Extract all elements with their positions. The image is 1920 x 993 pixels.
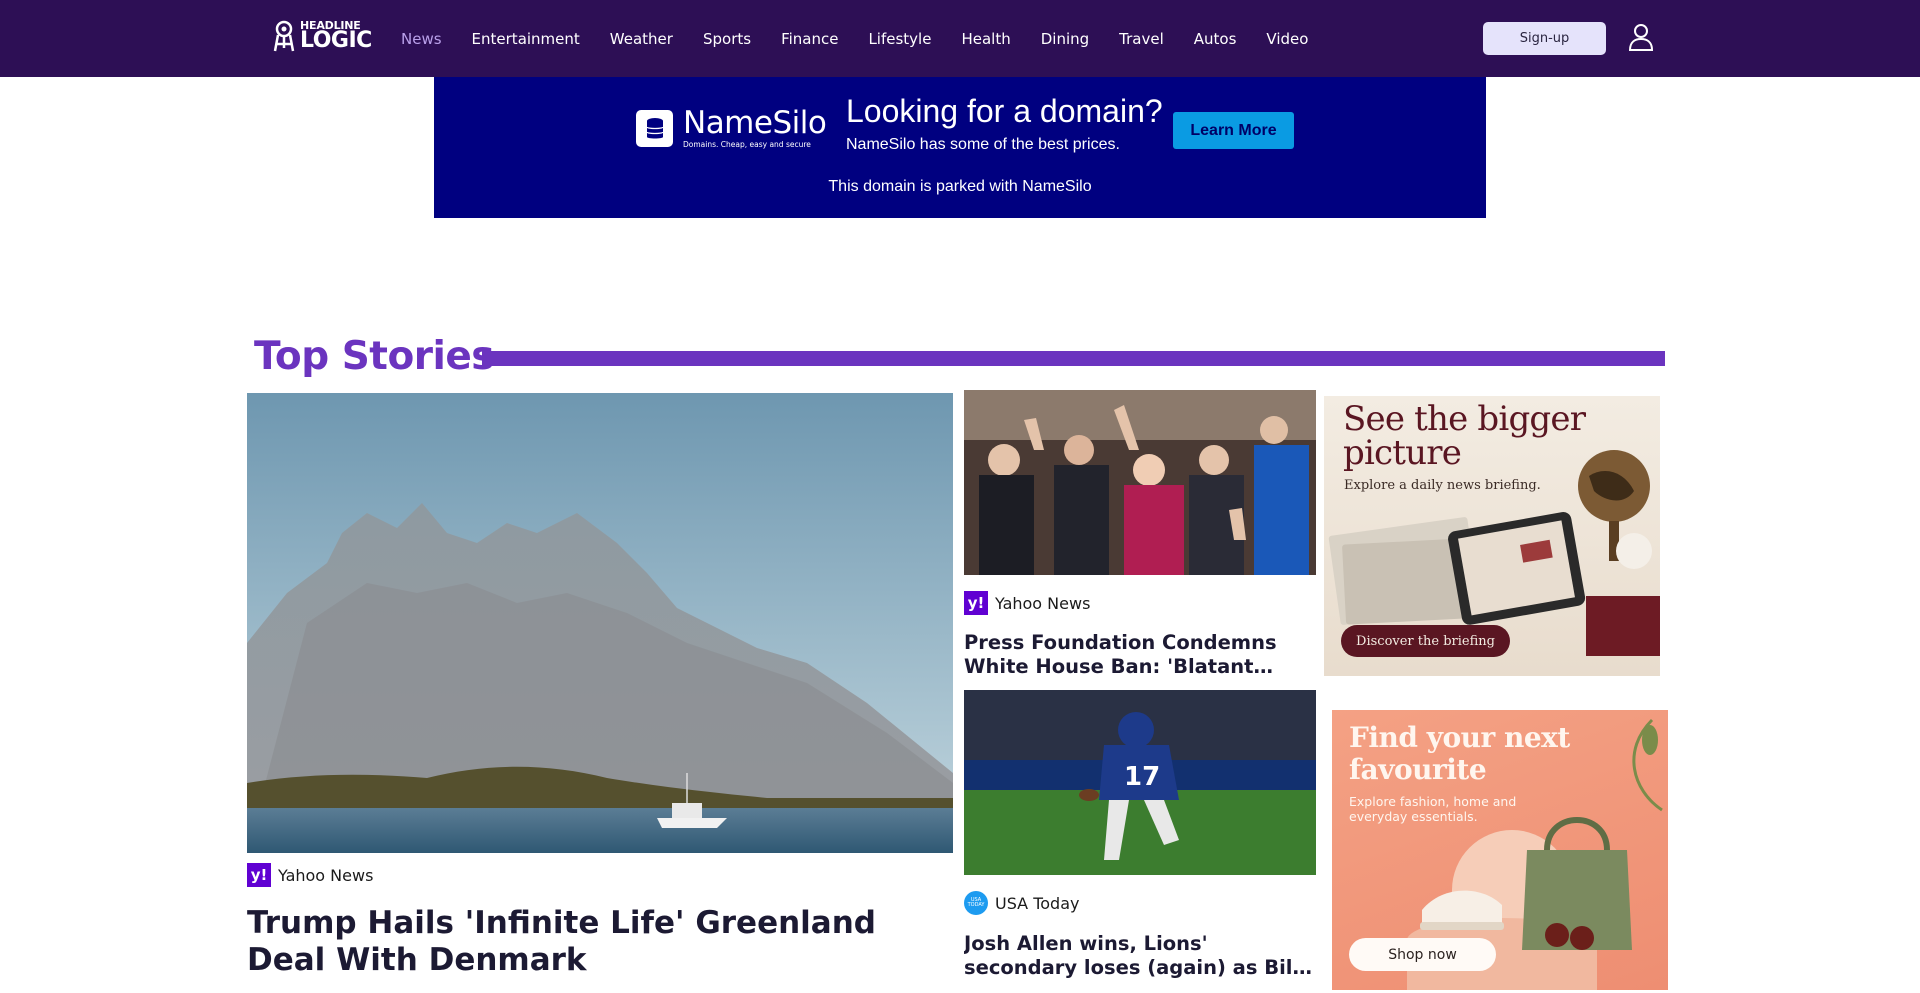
news-briefing-ad[interactable]: See the bigger picture Explore a daily n… bbox=[1324, 396, 1660, 676]
parked-notice: This domain is parked with NameSilo bbox=[828, 178, 1092, 195]
signup-button[interactable]: Sign-up bbox=[1483, 22, 1606, 55]
yahoo-icon: y! bbox=[964, 591, 988, 615]
yahoo-icon: y! bbox=[247, 863, 271, 887]
shop-now-button[interactable]: Shop now bbox=[1349, 938, 1496, 971]
lead-story-source: y! Yahoo News bbox=[247, 863, 373, 887]
site-logo[interactable]: HEADLINE LOGIC bbox=[272, 20, 372, 52]
story-image-press[interactable] bbox=[964, 390, 1316, 575]
lead-story-image[interactable] bbox=[247, 393, 953, 853]
nav-weather[interactable]: Weather bbox=[610, 30, 673, 48]
story-source-1: y! Yahoo News bbox=[964, 591, 1090, 615]
ad2-subtitle: Explore fashion, home and everyday essen… bbox=[1349, 794, 1517, 824]
nav-video[interactable]: Video bbox=[1266, 30, 1308, 48]
nav-lifestyle[interactable]: Lifestyle bbox=[868, 30, 931, 48]
namesilo-brand: NameSilo bbox=[683, 105, 827, 141]
story-headline-1[interactable]: Press Foundation Condemns White House Ba… bbox=[964, 631, 1316, 679]
nav-health[interactable]: Health bbox=[961, 30, 1010, 48]
section-title: Top Stories bbox=[254, 334, 495, 379]
discover-briefing-button[interactable]: Discover the briefing bbox=[1341, 625, 1510, 657]
banner-headline: Looking for a domain? bbox=[846, 93, 1163, 129]
headline-logic-logo-icon bbox=[273, 20, 295, 52]
namesilo-logo: NameSilo Domains. Cheap, easy and secure bbox=[636, 105, 827, 149]
user-icon[interactable] bbox=[1628, 23, 1654, 51]
logo-line-2: LOGIC bbox=[300, 28, 372, 53]
site-header: HEADLINE LOGIC News Entertainment Weathe… bbox=[0, 0, 1920, 77]
nav-dining[interactable]: Dining bbox=[1041, 30, 1089, 48]
banner-subline: NameSilo has some of the best prices. bbox=[846, 136, 1120, 153]
source-name: USA Today bbox=[995, 893, 1080, 913]
namesilo-tagline: Domains. Cheap, easy and secure bbox=[683, 140, 811, 149]
nav-finance[interactable]: Finance bbox=[781, 30, 838, 48]
section-divider bbox=[482, 351, 1665, 366]
ad2-title: Find your next favourite bbox=[1349, 721, 1570, 786]
source-name: Yahoo News bbox=[995, 593, 1091, 613]
ad1-subtitle: Explore a daily news briefing. bbox=[1344, 478, 1541, 493]
story-image-football[interactable]: 17 bbox=[964, 690, 1316, 875]
main-nav: News Entertainment Weather Sports Financ… bbox=[401, 0, 1338, 77]
nav-autos[interactable]: Autos bbox=[1194, 30, 1237, 48]
nav-travel[interactable]: Travel bbox=[1119, 30, 1164, 48]
namesilo-banner-ad[interactable]: NameSilo Domains. Cheap, easy and secure… bbox=[434, 77, 1486, 218]
story-source-2: USA TODAY USA Today bbox=[964, 891, 1079, 915]
lead-story-headline[interactable]: Trump Hails 'Infinite Life' Greenland De… bbox=[247, 905, 947, 979]
shopping-ad[interactable]: Find your next favourite Explore fashion… bbox=[1332, 710, 1668, 990]
nav-entertainment[interactable]: Entertainment bbox=[472, 30, 580, 48]
usa-today-icon: USA TODAY bbox=[964, 891, 988, 915]
database-icon bbox=[636, 110, 673, 147]
story-headline-2[interactable]: Josh Allen wins, Lions' secondary loses … bbox=[964, 932, 1316, 980]
source-name: Yahoo News bbox=[278, 865, 374, 885]
nav-news[interactable]: News bbox=[401, 30, 442, 48]
learn-more-button[interactable]: Learn More bbox=[1173, 112, 1294, 149]
nav-sports[interactable]: Sports bbox=[703, 30, 751, 48]
svg-text:17: 17 bbox=[1124, 762, 1160, 792]
ad1-title: See the bigger picture bbox=[1343, 399, 1586, 473]
